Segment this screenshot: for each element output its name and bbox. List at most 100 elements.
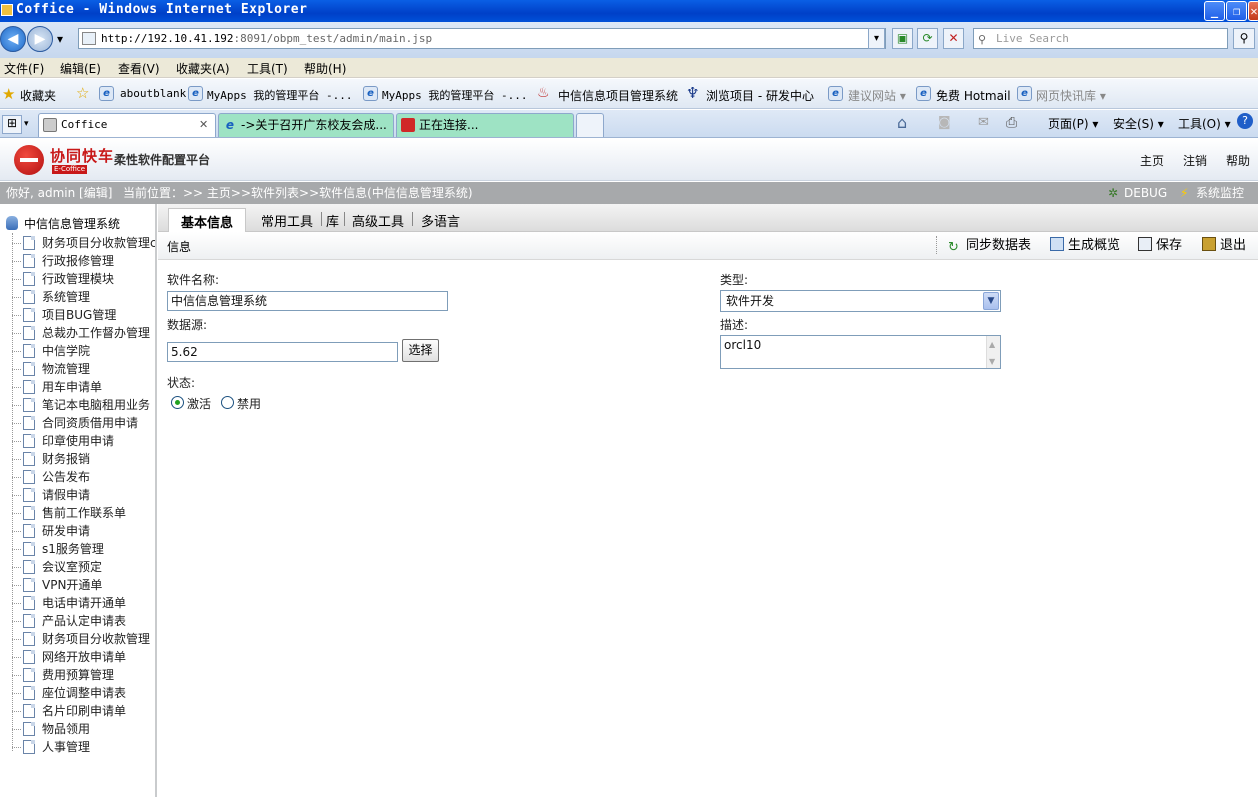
tree-item[interactable]: VPN开通单: [12, 576, 155, 594]
close-tab-icon[interactable]: ✕: [199, 114, 208, 136]
fav-browse-project[interactable]: 浏览项目 - 研发中心: [706, 87, 814, 104]
history-dropdown-icon[interactable]: ▾: [57, 32, 63, 46]
tree-item[interactable]: 财务项目分收款管理c: [12, 234, 155, 252]
tree-root[interactable]: 中信信息管理系统: [6, 215, 120, 232]
tree-item[interactable]: 中信学院: [12, 342, 155, 360]
refresh-icon[interactable]: ⟳: [917, 28, 938, 49]
restore-button[interactable]: ❐: [1226, 1, 1247, 21]
mail-icon[interactable]: ✉: [978, 115, 989, 130]
minimize-button[interactable]: _: [1204, 1, 1225, 21]
status-active-label[interactable]: 激活: [187, 395, 211, 412]
tab-alumni[interactable]: e ->关于召开广东校友会成...: [218, 113, 394, 137]
tree-item[interactable]: 研发申请: [12, 522, 155, 540]
menu-view[interactable]: 查看(V): [118, 60, 160, 77]
type-select[interactable]: 软件开发 ▼: [720, 290, 1001, 312]
tree-item[interactable]: 系统管理: [12, 288, 155, 306]
scroll-down-icon[interactable]: ▼: [989, 354, 995, 370]
sync-tables-button[interactable]: ↻ 同步数据表: [948, 236, 1031, 256]
tree-item[interactable]: 财务项目分收款管理: [12, 630, 155, 648]
fav-aboutblank[interactable]: aboutblank: [120, 87, 186, 100]
tree-item[interactable]: 笔记本电脑租用业务: [12, 396, 155, 414]
exit-button[interactable]: 退出: [1202, 236, 1246, 256]
tab-coffice[interactable]: Coffice ✕: [38, 113, 216, 137]
address-dropdown-icon[interactable]: ▾: [868, 28, 885, 49]
logout-link[interactable]: 注销: [1183, 152, 1207, 169]
software-name-input[interactable]: 中信信息管理系统: [167, 291, 448, 311]
fav-suggested-sites[interactable]: 建议网站 ▾: [848, 87, 906, 104]
tree-item[interactable]: 座位调整申请表: [12, 684, 155, 702]
add-favorite-icon[interactable]: ☆: [76, 84, 89, 102]
new-tab-button[interactable]: [576, 113, 604, 137]
tree-item[interactable]: 电话申请开通单: [12, 594, 155, 612]
tree-item[interactable]: 会议室预定: [12, 558, 155, 576]
tab-list-icon[interactable]: ▾: [24, 115, 36, 134]
fav-hotmail[interactable]: 免费 Hotmail: [936, 87, 1011, 104]
tree-item[interactable]: 项目BUG管理: [12, 306, 155, 324]
print-icon[interactable]: ⎙: [1006, 115, 1017, 131]
menu-tools[interactable]: 工具(T): [247, 60, 288, 77]
save-button[interactable]: 保存: [1138, 236, 1182, 256]
fav-myapps-1[interactable]: MyApps 我的管理平台 -...: [207, 87, 352, 103]
search-go-icon[interactable]: ⚲: [1233, 28, 1255, 49]
tree-item[interactable]: 产品认定申请表: [12, 612, 155, 630]
choose-datasource-button[interactable]: 选择: [402, 339, 439, 362]
menu-help[interactable]: 帮助(H): [304, 60, 346, 77]
tree-item[interactable]: 公告发布: [12, 468, 155, 486]
tree-item[interactable]: 物品领用: [12, 720, 155, 738]
safety-menu[interactable]: 安全(S) ▾: [1113, 115, 1164, 132]
tree-item[interactable]: 费用预算管理: [12, 666, 155, 684]
back-button[interactable]: ◀: [0, 26, 26, 52]
chevron-down-icon[interactable]: ▼: [983, 292, 999, 310]
datasource-input[interactable]: 5.62: [167, 342, 398, 362]
tab-advanced-tools[interactable]: 高级工具: [352, 211, 404, 230]
tree-item[interactable]: 财务报销: [12, 450, 155, 468]
tab-common-tools[interactable]: 常用工具: [261, 211, 313, 230]
feeds-icon[interactable]: ◙: [938, 115, 951, 130]
address-bar[interactable]: http://192.10.41.192:8091/obpm_test/admi…: [78, 28, 886, 49]
status-disabled-label[interactable]: 禁用: [237, 395, 261, 412]
tree-item[interactable]: 用车申请单: [12, 378, 155, 396]
tools-menu[interactable]: 工具(O) ▾: [1178, 115, 1231, 132]
tree-item[interactable]: 名片印刷申请单: [12, 702, 155, 720]
status-disabled-radio[interactable]: [221, 396, 234, 409]
tab-library[interactable]: 库: [326, 211, 339, 230]
menu-file[interactable]: 文件(F): [4, 60, 44, 77]
scroll-up-icon[interactable]: ▲: [989, 337, 995, 353]
menu-favorites[interactable]: 收藏夹(A): [176, 60, 230, 77]
system-monitor-link[interactable]: 系统监控: [1196, 182, 1244, 204]
tree-item[interactable]: 物流管理: [12, 360, 155, 378]
fav-project-system[interactable]: 中信信息项目管理系统: [558, 87, 678, 104]
tree-item[interactable]: 人事管理: [12, 738, 155, 756]
favorites-button[interactable]: 收藏夹: [20, 87, 56, 104]
help-icon[interactable]: ?: [1237, 113, 1253, 129]
tree-item[interactable]: 售前工作联系单: [12, 504, 155, 522]
search-input[interactable]: Live Search: [973, 28, 1228, 49]
home-link[interactable]: 主页: [1140, 152, 1164, 169]
fav-web-slice[interactable]: 网页快讯库 ▾: [1036, 87, 1106, 104]
tree-item[interactable]: 总裁办工作督办管理: [12, 324, 155, 342]
page-menu[interactable]: 页面(P) ▾: [1048, 115, 1098, 132]
compat-view-icon[interactable]: ▣: [892, 28, 913, 49]
tree-item[interactable]: 行政报修管理: [12, 252, 155, 270]
tree-item[interactable]: 请假申请: [12, 486, 155, 504]
user-greeting[interactable]: 你好, admin [编辑]: [6, 182, 112, 204]
quick-tabs-icon[interactable]: ⊞: [2, 115, 22, 134]
description-textarea[interactable]: orcl10 ▲ ▼: [720, 335, 1001, 369]
tree-item[interactable]: 印章使用申请: [12, 432, 155, 450]
tab-multilanguage[interactable]: 多语言: [421, 211, 460, 230]
menu-edit[interactable]: 编辑(E): [60, 60, 101, 77]
stop-icon[interactable]: ✕: [943, 28, 964, 49]
status-active-radio[interactable]: [171, 396, 184, 409]
tree-item[interactable]: 合同资质借用申请: [12, 414, 155, 432]
fav-myapps-2[interactable]: MyApps 我的管理平台 -...: [382, 87, 527, 103]
help-link[interactable]: 帮助: [1226, 152, 1250, 169]
generate-overview-button[interactable]: 生成概览: [1050, 236, 1120, 256]
tab-basic-info[interactable]: 基本信息: [168, 208, 247, 233]
tree-item[interactable]: 行政管理模块: [12, 270, 155, 288]
tab-connecting[interactable]: 正在连接...: [396, 113, 574, 137]
tree-item[interactable]: 网络开放申请单: [12, 648, 155, 666]
home-icon[interactable]: ⌂: [897, 113, 907, 132]
forward-button[interactable]: ▶: [27, 26, 53, 52]
textarea-scrollbar[interactable]: ▲ ▼: [986, 336, 1000, 368]
tree-item[interactable]: s1服务管理: [12, 540, 155, 558]
